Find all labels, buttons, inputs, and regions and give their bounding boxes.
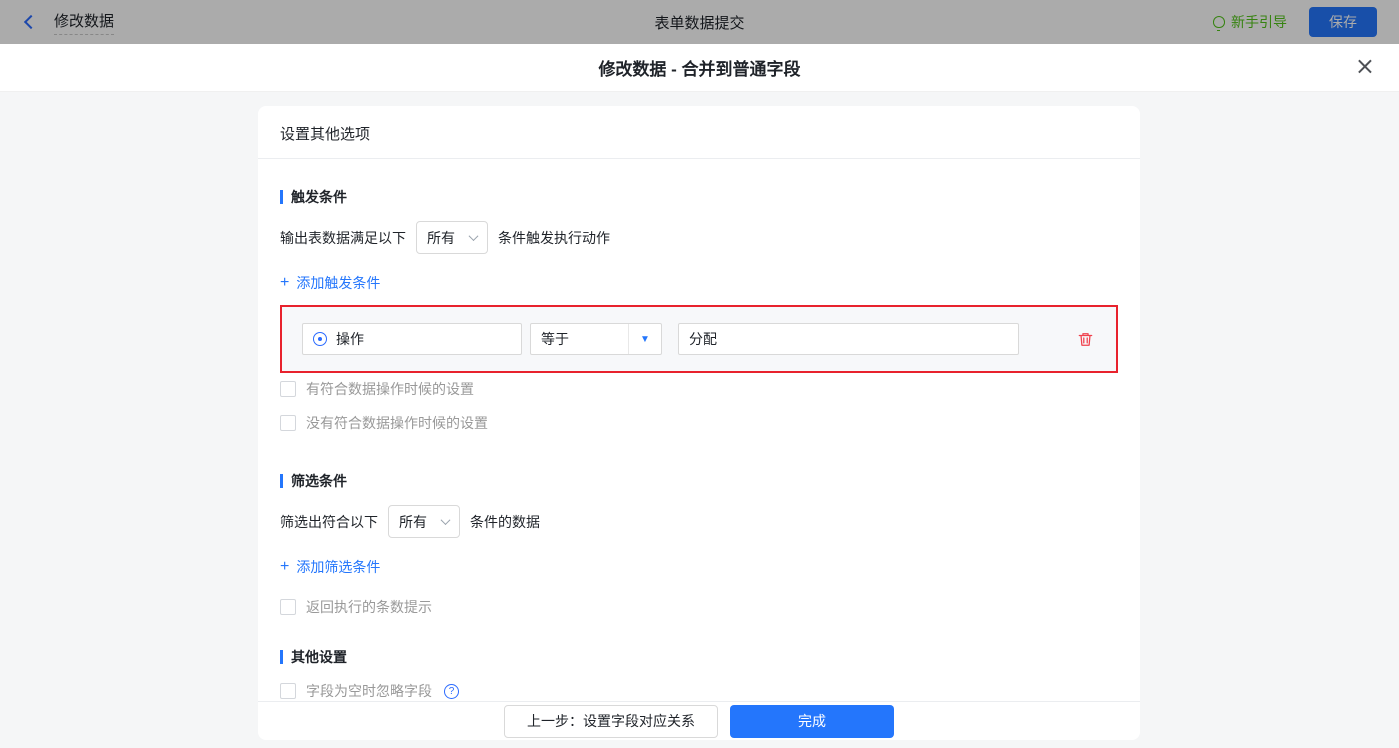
done-button[interactable]: 完成: [730, 705, 894, 738]
card-footer: 上一步：设置字段对应关系 完成: [258, 701, 1140, 740]
filter-line-suffix: 条件的数据: [470, 512, 540, 532]
plus-icon: +: [280, 275, 289, 291]
options-card: 设置其他选项 触发条件 输出表数据满足以下 所有 条件触发执行动作 + 添加触发…: [258, 106, 1140, 740]
chevron-down-icon: [441, 515, 451, 525]
checkbox-label: 字段为空时忽略字段: [306, 681, 432, 701]
checkbox-return-count[interactable]: [280, 599, 296, 615]
section-other-settings: 其他设置: [280, 647, 1118, 667]
filter-match-value: 所有: [399, 512, 427, 532]
checkbox-has-matching[interactable]: [280, 381, 296, 397]
save-button[interactable]: 保存: [1309, 7, 1377, 37]
checkbox-row-no-matching: 没有符合数据操作时候的设置: [280, 413, 1118, 433]
modal-title: 修改数据 - 合并到普通字段: [598, 55, 800, 80]
modal-header: 修改数据 - 合并到普通字段 ×: [0, 44, 1399, 92]
filter-line-prefix: 筛选出符合以下: [280, 512, 378, 532]
field-type-icon: [313, 332, 327, 346]
trigger-condition-line: 输出表数据满足以下 所有 条件触发执行动作: [280, 221, 1118, 254]
top-bar: 修改数据 表单数据提交 新手引导 保存: [0, 0, 1399, 44]
trigger-line-prefix: 输出表数据满足以下: [280, 228, 406, 248]
checkbox-row-return-count: 返回执行的条数提示: [280, 597, 1118, 617]
section-filter-conditions: 筛选条件: [280, 471, 1118, 491]
guide-label: 新手引导: [1231, 12, 1287, 32]
modal-body: 设置其他选项 触发条件 输出表数据满足以下 所有 条件触发执行动作 + 添加触发…: [0, 92, 1399, 748]
filter-section-title: 筛选条件: [291, 471, 347, 491]
trigger-match-select[interactable]: 所有: [416, 221, 488, 254]
condition-value-text: 分配: [689, 329, 717, 349]
delete-condition-button[interactable]: [1077, 331, 1094, 348]
trigger-section-title: 触发条件: [291, 187, 347, 207]
filter-condition-line: 筛选出符合以下 所有 条件的数据: [280, 505, 1118, 538]
card-header: 设置其他选项: [258, 106, 1140, 159]
highlighted-condition-row: 操作 等于 ▼ 分配: [280, 305, 1118, 373]
caret-down-icon: ▼: [628, 324, 661, 354]
section-bar-icon: [280, 474, 283, 488]
chevron-down-icon: [469, 231, 479, 241]
beginner-guide-link[interactable]: 新手引导: [1213, 12, 1287, 32]
checkbox-ignore-empty[interactable]: [280, 683, 296, 699]
page-title: 表单数据提交: [0, 12, 1399, 33]
lightbulb-icon: [1213, 16, 1225, 28]
trash-icon: [1077, 331, 1094, 348]
condition-operator-value: 等于: [531, 324, 628, 354]
checkbox-no-matching[interactable]: [280, 415, 296, 431]
section-bar-icon: [280, 190, 283, 204]
help-icon[interactable]: ?: [444, 684, 459, 699]
condition-value-input[interactable]: 分配: [678, 323, 1019, 355]
plus-icon: +: [280, 559, 289, 575]
add-trigger-condition-label: 添加触发条件: [296, 273, 380, 293]
checkbox-row-has-matching: 有符合数据操作时候的设置: [280, 379, 1118, 399]
checkbox-label: 返回执行的条数提示: [306, 597, 432, 617]
section-trigger-conditions: 触发条件: [280, 187, 1118, 207]
card-body: 触发条件 输出表数据满足以下 所有 条件触发执行动作 + 添加触发条件 操作: [258, 159, 1140, 701]
close-icon[interactable]: ×: [1355, 54, 1375, 78]
condition-field-value: 操作: [336, 329, 364, 349]
filter-match-select[interactable]: 所有: [388, 505, 460, 538]
topbar-actions: 新手引导 保存: [1213, 7, 1399, 37]
condition-field-input[interactable]: 操作: [302, 323, 522, 355]
trigger-match-value: 所有: [427, 228, 455, 248]
checkbox-row-ignore-empty: 字段为空时忽略字段 ?: [280, 681, 1118, 701]
add-filter-condition-link[interactable]: + 添加筛选条件: [280, 557, 1118, 577]
condition-operator-select[interactable]: 等于 ▼: [530, 323, 662, 355]
other-section-title: 其他设置: [291, 647, 347, 667]
trigger-line-suffix: 条件触发执行动作: [498, 228, 610, 248]
add-trigger-condition-link[interactable]: + 添加触发条件: [280, 273, 1118, 293]
add-filter-condition-label: 添加筛选条件: [296, 557, 380, 577]
checkbox-label: 有符合数据操作时候的设置: [306, 379, 474, 399]
previous-step-button[interactable]: 上一步：设置字段对应关系: [504, 705, 718, 738]
checkbox-label: 没有符合数据操作时候的设置: [306, 413, 488, 433]
section-bar-icon: [280, 650, 283, 664]
